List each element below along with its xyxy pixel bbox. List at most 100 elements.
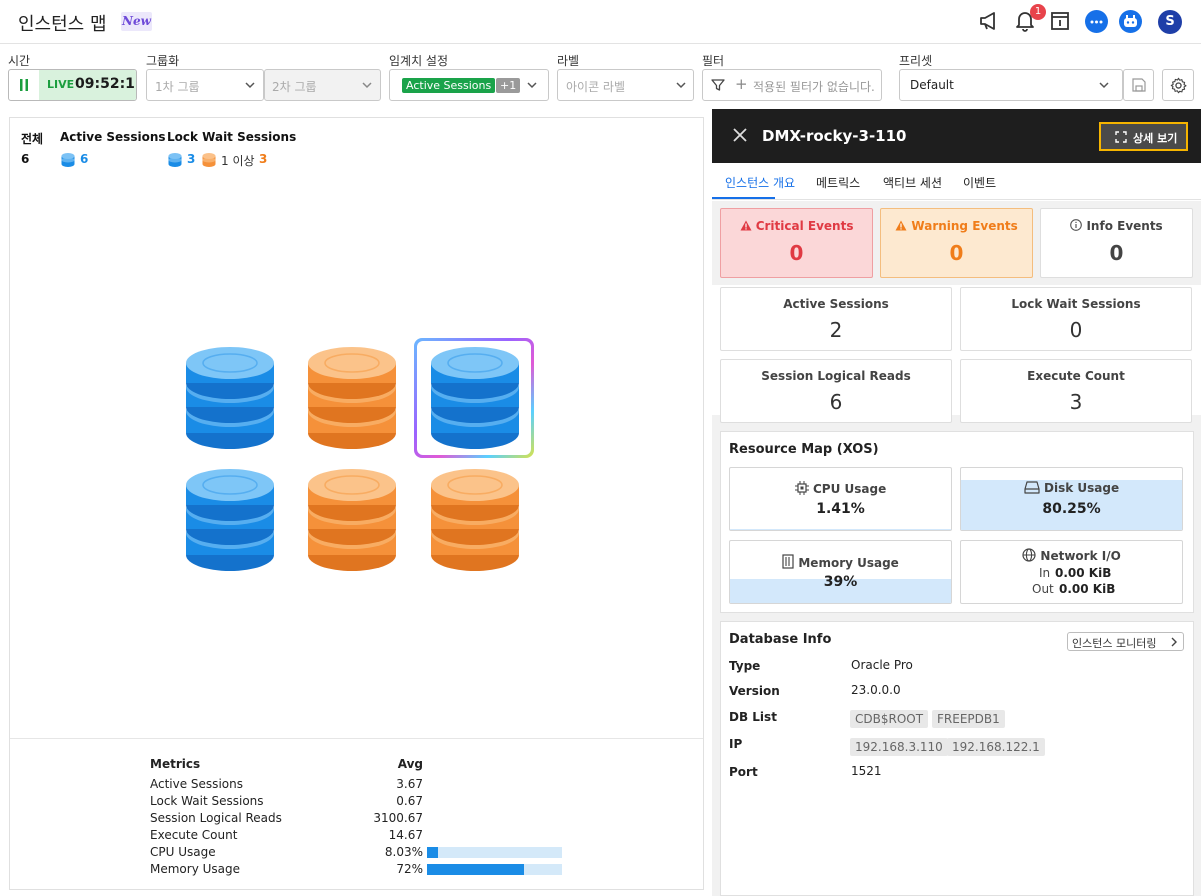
network-io-label: Network I/O	[1040, 549, 1121, 563]
icon-label-select[interactable]: 아이콘 라벨	[557, 69, 694, 101]
hard-drive-icon	[1024, 481, 1040, 494]
settings-button[interactable]	[1162, 69, 1194, 101]
info-events-value: 0	[1109, 241, 1124, 265]
metric-name: Execute Count	[150, 828, 238, 842]
instance-monitoring-button[interactable]: 인스턴스 모니터링	[1067, 632, 1184, 651]
ip-label: IP	[729, 737, 743, 751]
lock-wait-card: Lock Wait Sessions 0	[960, 287, 1192, 351]
detail-header: DMX-rocky-3-110 상세 보기	[712, 109, 1201, 163]
tab-active-sessions[interactable]: 액티브 세션	[883, 174, 942, 191]
live-time: 09:52:11	[75, 76, 136, 92]
network-io-card: Network I/O In 0.00 KiB Out 0.00 KiB	[960, 540, 1183, 604]
tab-overview[interactable]: 인스턴스 개요	[725, 174, 795, 191]
active-sessions-value: 2	[829, 318, 843, 342]
filter-icon	[711, 79, 725, 91]
new-badge: New	[121, 12, 152, 31]
threshold-more-tag: +1	[496, 78, 521, 93]
database-node-orange-icon[interactable]	[307, 467, 397, 577]
metric-avg: 14.67	[388, 828, 423, 842]
critical-events-title: Critical Events	[721, 219, 872, 233]
preset-value: Default	[910, 78, 954, 92]
critical-events-card[interactable]: Critical Events 0	[720, 208, 873, 278]
plus-icon: +	[735, 75, 748, 93]
metrics-table: Metrics Avg Active Sessions 3.67 Lock Wait…	[10, 738, 703, 890]
group-label: 그룹화	[146, 54, 180, 68]
database-node-blue-icon[interactable]	[185, 345, 275, 455]
resource-map-section: Resource Map (XOS) CPU Usage 1.41% Disk …	[720, 431, 1194, 613]
execute-count-title: Execute Count	[1027, 369, 1125, 383]
info-events-title: Info Events	[1041, 219, 1192, 233]
metric-name: Active Sessions	[150, 777, 243, 791]
filter-placeholder: 적용된 필터가 없습니다.	[753, 80, 875, 94]
label-label: 라벨	[557, 54, 580, 68]
cpu-usage-label: CPU Usage	[812, 482, 887, 496]
tab-metrics[interactable]: 메트릭스	[816, 174, 860, 191]
filter-label: 필터	[702, 54, 725, 68]
ip-chip: 192.168.122.1	[947, 738, 1045, 756]
version-label: Version	[729, 684, 780, 698]
threshold-select[interactable]: Active Sessions +1	[389, 69, 549, 101]
globe-icon	[1022, 548, 1036, 562]
database-node-blue-icon[interactable]	[185, 467, 275, 577]
active-sessions-title: Active Sessions	[783, 297, 889, 311]
database-blue-icon	[61, 153, 75, 167]
database-node-blue-icon[interactable]	[430, 345, 520, 455]
group1-placeholder: 1차 그룹	[155, 80, 200, 94]
warning-events-label: Warning Events	[911, 219, 1018, 233]
chevron-right-icon	[1171, 637, 1177, 647]
threshold-tag: Active Sessions	[402, 78, 496, 93]
lock-wait-threshold-text: 1 이상	[221, 154, 255, 168]
icon-label-placeholder: 아이콘 라벨	[566, 80, 626, 94]
network-out-label: Out	[1032, 582, 1054, 596]
pause-icon[interactable]	[9, 70, 39, 100]
memory-usage-title: Memory Usage	[730, 554, 951, 570]
network-in-value: 0.00 KiB	[1055, 566, 1112, 580]
group2-placeholder: 2차 그룹	[272, 80, 317, 94]
metric-name: CPU Usage	[150, 845, 216, 859]
metric-avg: 8.03%	[384, 845, 423, 859]
metric-bar-fill	[427, 864, 525, 875]
session-logical-reads-title: Session Logical Reads	[761, 369, 911, 383]
chat-icon[interactable]	[1085, 10, 1108, 33]
active-sessions-card: Active Sessions 2	[720, 287, 952, 351]
disk-usage-label: Disk Usage	[1044, 481, 1120, 495]
info-panel-icon[interactable]	[1048, 9, 1072, 33]
cpu-usage-card: CPU Usage 1.41%	[729, 467, 952, 531]
group1-select[interactable]: 1차 그룹	[146, 69, 264, 101]
database-blue-icon	[168, 153, 182, 167]
ip-chip: 192.168.3.110	[850, 738, 948, 756]
megaphone-icon[interactable]	[978, 9, 1002, 33]
tab-events[interactable]: 이벤트	[963, 174, 996, 191]
metric-bar-fill	[427, 847, 438, 858]
preset-select[interactable]: Default	[899, 69, 1123, 101]
metric-bar	[427, 864, 562, 875]
threshold-label: 임계치 설정	[389, 54, 449, 68]
detail-view-button[interactable]: 상세 보기	[1099, 122, 1188, 151]
disk-usage-title: Disk Usage	[961, 481, 1182, 495]
live-label: LIVE	[47, 78, 75, 91]
metrics-header: Metrics	[150, 757, 201, 771]
save-preset-button[interactable]	[1123, 69, 1154, 101]
info-events-label: Info Events	[1086, 219, 1163, 233]
warning-events-card[interactable]: Warning Events 0	[880, 208, 1033, 278]
execute-count-card: Execute Count 3	[960, 359, 1192, 423]
expand-icon	[1115, 131, 1127, 143]
cpu-usage-title: CPU Usage	[730, 481, 951, 496]
group2-select[interactable]: 2차 그룹	[264, 69, 381, 101]
close-icon[interactable]	[732, 127, 748, 143]
bot-icon[interactable]	[1119, 10, 1142, 33]
database-info-title: Database Info	[729, 632, 832, 647]
notification-count-badge: 1	[1030, 4, 1046, 20]
user-avatar[interactable]: S	[1158, 10, 1182, 34]
save-icon	[1132, 78, 1146, 92]
info-events-card[interactable]: Info Events 0	[1040, 208, 1193, 278]
port-value: 1521	[851, 764, 882, 778]
cpu-usage-fill	[730, 529, 951, 530]
database-node-orange-icon[interactable]	[430, 467, 520, 577]
database-orange-icon	[202, 153, 216, 167]
gear-icon	[1170, 77, 1187, 94]
live-control[interactable]: LIVE 09:52:11	[8, 69, 137, 101]
database-node-orange-icon[interactable]	[307, 345, 397, 455]
overview-body: Critical Events 0 Warning Events 0 Info …	[712, 201, 1201, 896]
filter-input[interactable]: + 적용된 필터가 없습니다.	[702, 69, 882, 101]
